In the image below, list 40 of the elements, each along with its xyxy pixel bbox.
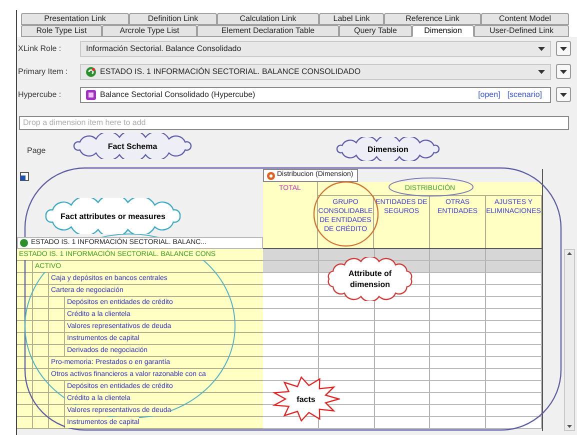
tab[interactable]: Label Link [319,13,384,25]
caret-icon [538,46,545,50]
dimension-icon [267,172,275,180]
caret-icon [538,70,545,74]
starburst-callout: facts [272,376,340,422]
dropdown-button[interactable] [556,41,571,56]
link[interactable]: [scenario] [507,88,542,100]
tab[interactable]: Arcrole Type List [102,25,197,37]
tab[interactable]: Presentation Link [21,13,129,25]
caret-icon [560,46,567,50]
tab[interactable]: Calculation Link [217,13,319,25]
tab[interactable]: Query Table [339,25,412,37]
cloud-callout: Attribute of dimension [325,257,415,301]
corner-icon[interactable] [20,172,29,181]
dropdown-button[interactable] [556,64,571,79]
field-label: XLink Role : [17,42,62,54]
caret-icon [560,92,567,96]
scrollbar[interactable] [564,249,575,431]
dropdown-field[interactable]: Balance Sectorial Consolidado (Hypercube) [open] [scenario] [80,86,551,102]
dropdown-field[interactable]: ESTADO IS. 1 INFORMACIÓN SECTORIAL. BALANCE CONSOLIDADO [80,64,551,80]
page-label: Page [27,146,46,155]
field-label: Hypercube : [17,88,62,100]
cube-icon [86,90,96,100]
tab[interactable]: Content Model [481,13,569,25]
dropdown-field[interactable]: Información Sectorial. Balance Consolidado [80,40,551,56]
dropdown-button[interactable] [556,87,571,102]
scroll-up-icon[interactable] [567,252,572,255]
field-label: Primary Item : [17,66,69,78]
concept-icon [86,66,96,76]
concept-icon [20,239,28,247]
drop-zone-field[interactable]: Drop a dimension item here to add [19,116,569,130]
tab[interactable]: Definition Link [129,13,217,25]
link[interactable]: [open] [478,88,500,100]
tab[interactable]: User-Defined Link [474,25,569,37]
tab[interactable]: Dimension [412,25,474,37]
scroll-down-icon[interactable] [567,425,572,428]
caret-icon [560,70,567,74]
tab[interactable]: Role Type List [21,25,102,37]
tab[interactable]: Element Declaration Table [197,25,339,37]
tab[interactable]: Reference Link [384,13,481,25]
